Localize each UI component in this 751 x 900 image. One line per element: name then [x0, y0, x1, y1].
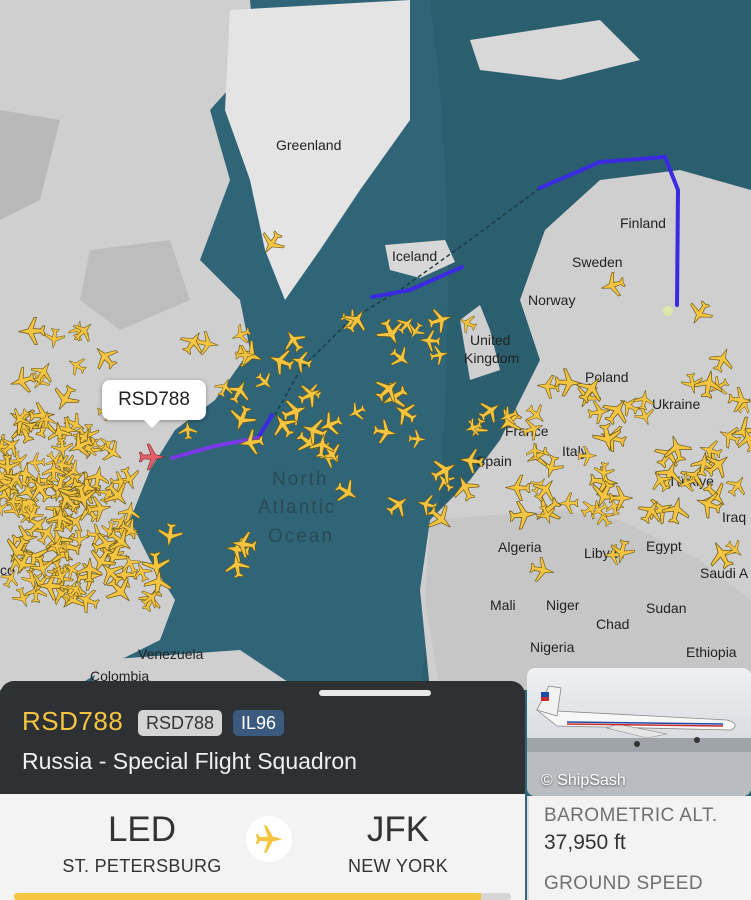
- label-iceland: Iceland: [392, 248, 437, 264]
- label-finland: Finland: [620, 215, 666, 231]
- baro-alt-label: BAROMETRIC ALT.: [544, 805, 718, 826]
- destination-code: JFK: [366, 810, 430, 849]
- flight-progress-fill: [14, 893, 482, 900]
- label-united: United: [470, 332, 510, 348]
- flight-progress-bar: [14, 893, 511, 900]
- label-ukraine: Ukraine: [652, 396, 700, 412]
- drag-handle[interactable]: [319, 690, 431, 696]
- origin-city: ST. PETERSBURG: [62, 856, 222, 876]
- selected-flight-callout[interactable]: RSD788: [102, 380, 206, 428]
- airplane-icon: [246, 816, 292, 862]
- label-iraq: Iraq: [722, 509, 746, 525]
- label-sudan: Sudan: [646, 600, 686, 616]
- label-ethiopia: Ethiopia: [686, 644, 737, 660]
- origin-code: LED: [107, 810, 177, 849]
- flight-callsign: RSD788: [22, 706, 124, 736]
- ocean-label-line1: North: [272, 469, 328, 490]
- label-chad: Chad: [596, 616, 629, 632]
- label-poland: Poland: [585, 369, 629, 385]
- ocean-label-line2: Atlantic: [258, 497, 336, 518]
- label-egypt: Egypt: [646, 538, 682, 554]
- origin-dot: [663, 306, 673, 316]
- label-venezuela: Venezuela: [138, 646, 204, 662]
- photo-credit: © ShipSash: [541, 772, 626, 789]
- label-nigeria: Nigeria: [530, 639, 575, 655]
- destination-city: NEW YORK: [347, 856, 449, 876]
- ground-speed-label: GROUND SPEED: [544, 873, 703, 894]
- label-mali: Mali: [490, 597, 516, 613]
- callsign-badge: RSD788: [138, 710, 223, 736]
- flight-map[interactable]: Greenland Iceland Finland Sweden Norway …: [0, 0, 751, 690]
- baro-alt-value: 37,950 ft: [544, 831, 626, 854]
- ocean-label-line3: Ocean: [268, 526, 334, 547]
- label-greenland: Greenland: [276, 137, 341, 153]
- label-algeria: Algeria: [498, 539, 542, 555]
- label-norway: Norway: [528, 292, 575, 308]
- airline-name: Russia - Special Flight Squadron: [22, 748, 357, 774]
- aircraft-type-badge: IL96: [233, 710, 285, 736]
- label-sweden: Sweden: [572, 254, 623, 270]
- label-niger: Niger: [546, 597, 580, 613]
- label-kingdom: Kingdom: [464, 350, 519, 366]
- aircraft-photo[interactable]: © ShipSash: [527, 668, 751, 796]
